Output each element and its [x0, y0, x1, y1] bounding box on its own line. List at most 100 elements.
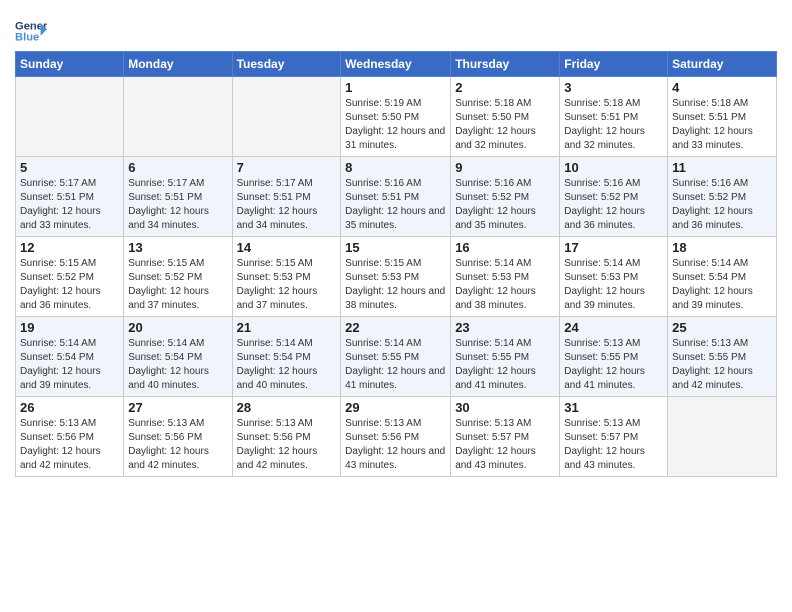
day-number: 1: [345, 80, 446, 95]
day-info: Sunrise: 5:16 AMSunset: 5:52 PMDaylight:…: [672, 177, 772, 233]
day-info: Sunrise: 5:16 AMSunset: 5:52 PMDaylight:…: [564, 177, 663, 233]
calendar-cell: 15 Sunrise: 5:15 AMSunset: 5:53 PMDayligh…: [341, 237, 451, 317]
calendar-cell: 1 Sunrise: 5:19 AMSunset: 5:50 PMDaylight…: [341, 77, 451, 157]
calendar-cell: 24Sunrise: 5:13 AMSunset: 5:55 PMDayligh…: [560, 317, 668, 397]
calendar-cell: 6 Sunrise: 5:17 AMSunset: 5:51 PMDaylight…: [124, 157, 232, 237]
calendar-cell: 2 Sunrise: 5:18 AMSunset: 5:50 PMDaylight…: [451, 77, 560, 157]
calendar-cell: [668, 397, 777, 477]
calendar-cell: 29Sunrise: 5:13 AMSunset: 5:56 PMDayligh…: [341, 397, 451, 477]
day-number: 22: [345, 320, 446, 335]
weekday-header-thursday: Thursday: [451, 52, 560, 77]
day-number: 19: [20, 320, 119, 335]
day-info: Sunrise: 5:15 AMSunset: 5:53 PMDaylight:…: [345, 257, 446, 313]
calendar-cell: 10Sunrise: 5:16 AMSunset: 5:52 PMDayligh…: [560, 157, 668, 237]
day-info: Sunrise: 5:13 AMSunset: 5:57 PMDaylight:…: [564, 417, 663, 473]
day-info: Sunrise: 5:13 AMSunset: 5:56 PMDaylight:…: [128, 417, 227, 473]
calendar-cell: 25 Sunrise: 5:13 AMSunset: 5:55 PMDayligh…: [668, 317, 777, 397]
calendar-cell: 26Sunrise: 5:13 AMSunset: 5:56 PMDayligh…: [16, 397, 124, 477]
day-number: 23: [455, 320, 555, 335]
day-number: 29: [345, 400, 446, 415]
weekday-header-friday: Friday: [560, 52, 668, 77]
day-number: 15: [345, 240, 446, 255]
calendar-cell: 22 Sunrise: 5:14 AMSunset: 5:55 PMDayligh…: [341, 317, 451, 397]
day-info: Sunrise: 5:15 AMSunset: 5:52 PMDaylight:…: [128, 257, 227, 313]
day-info: Sunrise: 5:16 AMSunset: 5:52 PMDaylight:…: [455, 177, 555, 233]
day-info: Sunrise: 5:18 AMSunset: 5:50 PMDaylight:…: [455, 97, 555, 153]
day-number: 31: [564, 400, 663, 415]
day-info: Sunrise: 5:14 AMSunset: 5:55 PMDaylight:…: [455, 337, 555, 393]
day-number: 9: [455, 160, 555, 175]
day-number: 27: [128, 400, 227, 415]
calendar-cell: 5 Sunrise: 5:17 AMSunset: 5:51 PMDaylight…: [16, 157, 124, 237]
day-info: Sunrise: 5:13 AMSunset: 5:55 PMDaylight:…: [672, 337, 772, 393]
day-info: Sunrise: 5:14 AMSunset: 5:54 PMDaylight:…: [237, 337, 337, 393]
calendar-cell: 18 Sunrise: 5:14 AMSunset: 5:54 PMDayligh…: [668, 237, 777, 317]
calendar-cell: 9 Sunrise: 5:16 AMSunset: 5:52 PMDaylight…: [451, 157, 560, 237]
day-info: Sunrise: 5:17 AMSunset: 5:51 PMDaylight:…: [20, 177, 119, 233]
day-number: 7: [237, 160, 337, 175]
day-info: Sunrise: 5:13 AMSunset: 5:56 PMDaylight:…: [237, 417, 337, 473]
weekday-header-sunday: Sunday: [16, 52, 124, 77]
day-number: 17: [564, 240, 663, 255]
weekday-header-tuesday: Tuesday: [232, 52, 341, 77]
day-number: 20: [128, 320, 227, 335]
day-info: Sunrise: 5:14 AMSunset: 5:55 PMDaylight:…: [345, 337, 446, 393]
day-info: Sunrise: 5:16 AMSunset: 5:51 PMDaylight:…: [345, 177, 446, 233]
day-info: Sunrise: 5:14 AMSunset: 5:53 PMDaylight:…: [455, 257, 555, 313]
day-info: Sunrise: 5:13 AMSunset: 5:56 PMDaylight:…: [20, 417, 119, 473]
day-number: 25: [672, 320, 772, 335]
day-info: Sunrise: 5:15 AMSunset: 5:53 PMDaylight:…: [237, 257, 337, 313]
calendar-cell: 27 Sunrise: 5:13 AMSunset: 5:56 PMDayligh…: [124, 397, 232, 477]
day-number: 14: [237, 240, 337, 255]
day-info: Sunrise: 5:13 AMSunset: 5:55 PMDaylight:…: [564, 337, 663, 393]
calendar-cell: [16, 77, 124, 157]
week-row-5: 26Sunrise: 5:13 AMSunset: 5:56 PMDayligh…: [16, 397, 777, 477]
calendar-cell: 30 Sunrise: 5:13 AMSunset: 5:57 PMDayligh…: [451, 397, 560, 477]
calendar-cell: 4Sunrise: 5:18 AMSunset: 5:51 PMDaylight…: [668, 77, 777, 157]
day-number: 30: [455, 400, 555, 415]
calendar-cell: 14 Sunrise: 5:15 AMSunset: 5:53 PMDayligh…: [232, 237, 341, 317]
svg-text:Blue: Blue: [15, 32, 39, 44]
day-number: 6: [128, 160, 227, 175]
calendar-cell: 7 Sunrise: 5:17 AMSunset: 5:51 PMDaylight…: [232, 157, 341, 237]
day-info: Sunrise: 5:19 AMSunset: 5:50 PMDaylight:…: [345, 97, 446, 153]
day-info: Sunrise: 5:13 AMSunset: 5:57 PMDaylight:…: [455, 417, 555, 473]
week-row-3: 12 Sunrise: 5:15 AMSunset: 5:52 PMDayligh…: [16, 237, 777, 317]
day-number: 12: [20, 240, 119, 255]
day-number: 21: [237, 320, 337, 335]
calendar-cell: 3 Sunrise: 5:18 AMSunset: 5:51 PMDaylight…: [560, 77, 668, 157]
calendar-cell: 11Sunrise: 5:16 AMSunset: 5:52 PMDayligh…: [668, 157, 777, 237]
calendar-table: SundayMondayTuesdayWednesdayThursdayFrid…: [15, 51, 777, 477]
day-info: Sunrise: 5:14 AMSunset: 5:54 PMDaylight:…: [128, 337, 227, 393]
day-number: 2: [455, 80, 555, 95]
day-info: Sunrise: 5:14 AMSunset: 5:54 PMDaylight:…: [672, 257, 772, 313]
calendar-cell: 17 Sunrise: 5:14 AMSunset: 5:53 PMDayligh…: [560, 237, 668, 317]
calendar-cell: 16Sunrise: 5:14 AMSunset: 5:53 PMDayligh…: [451, 237, 560, 317]
calendar-cell: 28 Sunrise: 5:13 AMSunset: 5:56 PMDayligh…: [232, 397, 341, 477]
day-number: 28: [237, 400, 337, 415]
day-info: Sunrise: 5:15 AMSunset: 5:52 PMDaylight:…: [20, 257, 119, 313]
header: General Blue: [15, 10, 777, 47]
calendar-cell: 8 Sunrise: 5:16 AMSunset: 5:51 PMDaylight…: [341, 157, 451, 237]
calendar-cell: 31 Sunrise: 5:13 AMSunset: 5:57 PMDayligh…: [560, 397, 668, 477]
day-info: Sunrise: 5:18 AMSunset: 5:51 PMDaylight:…: [564, 97, 663, 153]
weekday-header-wednesday: Wednesday: [341, 52, 451, 77]
logo-area: General Blue: [15, 10, 47, 47]
day-number: 5: [20, 160, 119, 175]
day-number: 8: [345, 160, 446, 175]
week-row-4: 19 Sunrise: 5:14 AMSunset: 5:54 PMDayligh…: [16, 317, 777, 397]
day-number: 3: [564, 80, 663, 95]
calendar-cell: 23 Sunrise: 5:14 AMSunset: 5:55 PMDayligh…: [451, 317, 560, 397]
day-number: 18: [672, 240, 772, 255]
calendar-cell: 12 Sunrise: 5:15 AMSunset: 5:52 PMDayligh…: [16, 237, 124, 317]
weekday-header-monday: Monday: [124, 52, 232, 77]
calendar-cell: [124, 77, 232, 157]
weekday-header-saturday: Saturday: [668, 52, 777, 77]
day-info: Sunrise: 5:14 AMSunset: 5:54 PMDaylight:…: [20, 337, 119, 393]
calendar-cell: [232, 77, 341, 157]
day-info: Sunrise: 5:17 AMSunset: 5:51 PMDaylight:…: [237, 177, 337, 233]
day-info: Sunrise: 5:14 AMSunset: 5:53 PMDaylight:…: [564, 257, 663, 313]
calendar-cell: 21 Sunrise: 5:14 AMSunset: 5:54 PMDayligh…: [232, 317, 341, 397]
calendar-cell: 20 Sunrise: 5:14 AMSunset: 5:54 PMDayligh…: [124, 317, 232, 397]
day-info: Sunrise: 5:17 AMSunset: 5:51 PMDaylight:…: [128, 177, 227, 233]
